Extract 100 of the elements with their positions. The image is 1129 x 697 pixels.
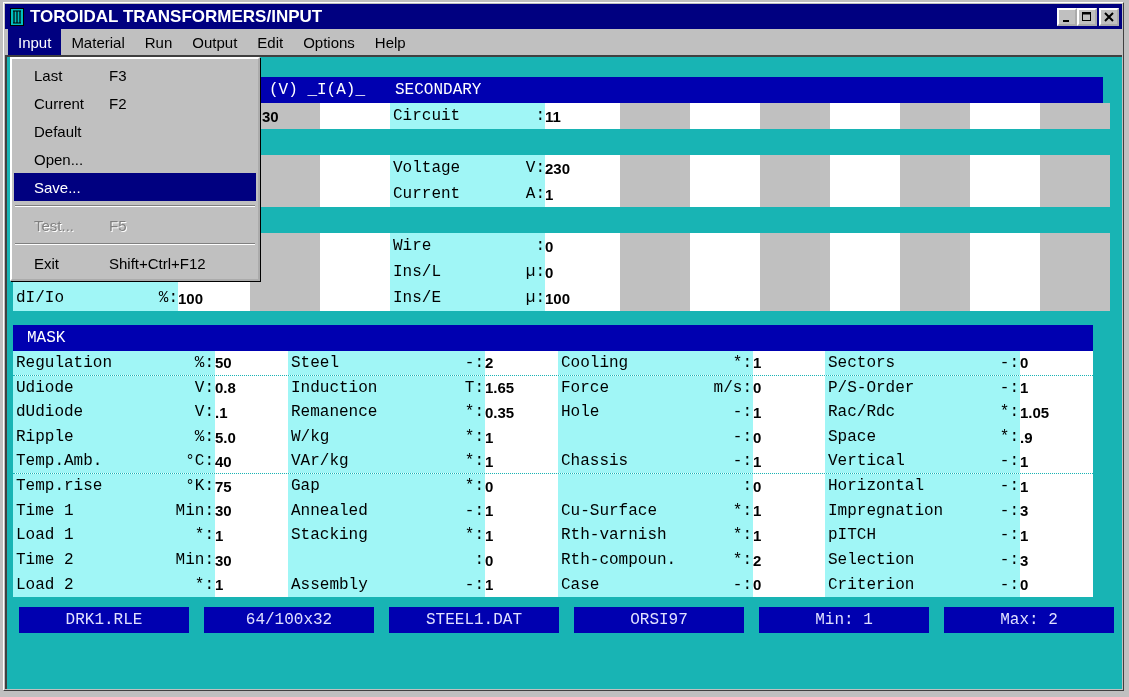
field-label: Assembly <box>291 575 368 594</box>
field-unit: -: <box>732 428 752 447</box>
field-unit: *: <box>464 428 484 447</box>
field-unit: °C: <box>185 452 214 471</box>
field-label: Space <box>828 428 876 447</box>
field-label: Ins/E <box>393 289 441 307</box>
menu-item[interactable]: Exit Shift+Ctrl+F12 <box>14 249 256 277</box>
field-label: Criterion <box>828 575 915 594</box>
field-label: Remanence <box>291 403 378 422</box>
field-label: dUdiode <box>16 403 84 422</box>
field-value[interactable]: 100 <box>178 285 250 311</box>
field-label: Ripple <box>16 428 74 447</box>
field-unit: -: <box>999 501 1019 520</box>
field-unit: m/s: <box>713 378 752 397</box>
minimize-button[interactable] <box>1057 7 1077 26</box>
field-unit: : <box>474 551 484 570</box>
header-text: MASK <box>27 329 66 347</box>
field-label: W/kg <box>291 428 330 447</box>
field-unit: *: <box>464 452 484 471</box>
field-unit: A: <box>525 185 545 203</box>
field-value[interactable]: 230 <box>545 155 620 181</box>
field-value[interactable]: 1 <box>545 181 620 207</box>
field-unit: °K: <box>185 477 214 496</box>
field-label: Cooling <box>561 353 629 372</box>
field-unit: *: <box>732 353 752 372</box>
field-label: Sectors <box>828 353 896 372</box>
field-unit: -: <box>464 501 484 520</box>
field-unit: *: <box>464 403 484 422</box>
app-icon <box>10 7 24 26</box>
field-label: Current <box>393 185 461 203</box>
field-label: Time 1 <box>16 501 74 520</box>
menu-item[interactable]: Options <box>293 29 365 55</box>
field-label: Rac/Rdc <box>828 403 896 422</box>
field-unit: %: <box>194 428 214 447</box>
field-label: Selection <box>828 551 915 570</box>
field-unit: µ: <box>525 289 545 307</box>
status-panel: Min: 1 <box>759 606 929 633</box>
field-label: Stacking <box>291 526 368 545</box>
field-unit: -: <box>999 477 1019 496</box>
window-title: TOROIDAL TRANSFORMERS/INPUT <box>30 6 324 27</box>
field-label: Steel <box>291 353 339 372</box>
menu-item[interactable]: Output <box>182 29 248 55</box>
status-panel: ORSI97 <box>574 606 744 633</box>
field-unit: -: <box>999 378 1019 397</box>
field-label: Case <box>561 575 600 594</box>
maximize-button[interactable] <box>1077 7 1097 26</box>
field-label: Circuit <box>393 107 461 125</box>
field-unit: : <box>535 237 545 255</box>
status-panel: DRK1.RLE <box>19 606 189 633</box>
field-unit: V: <box>194 403 214 422</box>
field-unit: %: <box>194 353 214 372</box>
field-label: Time 2 <box>16 551 74 570</box>
field-label: Udiode <box>16 378 74 397</box>
field-unit: -: <box>999 551 1019 570</box>
field-label: Chassis <box>561 452 629 471</box>
field-value[interactable]: 0 <box>545 233 620 259</box>
field-label: Rth-varnish <box>561 526 667 545</box>
field-unit: V: <box>525 159 545 177</box>
field-label: P/S-Order <box>828 378 915 397</box>
field-label: Ins/L <box>393 263 441 281</box>
menu-item[interactable]: Last F3 <box>14 61 256 89</box>
field-label: Load 1 <box>16 526 74 545</box>
field-unit: -: <box>732 452 752 471</box>
menu-item[interactable]: Run <box>134 29 183 55</box>
field-label: Voltage <box>393 159 461 177</box>
menu-item[interactable]: Input <box>8 29 62 55</box>
field-unit: *: <box>732 551 752 570</box>
field-label: Induction <box>291 378 378 397</box>
field-unit: -: <box>732 403 752 422</box>
field-label: Vertical <box>828 452 905 471</box>
field-value[interactable]: 100 <box>545 285 620 311</box>
field-label: Temp.Amb. <box>16 452 103 471</box>
menu-item[interactable]: Material <box>61 29 135 55</box>
field-label: Regulation <box>16 353 112 372</box>
menu-item[interactable]: Save... <box>14 173 256 201</box>
field-label: Cu-Surface <box>561 501 657 520</box>
field-value[interactable]: 0 <box>545 259 620 285</box>
field-unit: -: <box>464 575 484 594</box>
field-label: pITCH <box>828 526 876 545</box>
header-text: (V) _I(A)_ <box>269 81 365 99</box>
field-unit: *: <box>194 575 214 594</box>
menu-item[interactable]: Open... <box>14 145 256 173</box>
field-value[interactable]: 11 <box>545 103 620 129</box>
field-unit: *: <box>732 501 752 520</box>
menu-item[interactable]: Edit <box>247 29 294 55</box>
field-unit: -: <box>999 452 1019 471</box>
close-button[interactable] <box>1099 7 1119 26</box>
field-unit: -: <box>999 526 1019 545</box>
status-panel: Max: 2 <box>944 606 1114 633</box>
field-label: Hole <box>561 403 600 422</box>
menu-item[interactable]: Help <box>364 29 416 55</box>
field-unit: : <box>742 477 752 496</box>
field-unit: -: <box>999 353 1019 372</box>
minimize-icon <box>1063 19 1069 22</box>
status-panel: STEEL1.DAT <box>389 606 559 633</box>
field-unit: : <box>535 107 545 125</box>
field-label: Load 2 <box>16 575 74 594</box>
field-label: Force <box>561 378 609 397</box>
header-text: SECONDARY <box>395 81 482 99</box>
field-unit: *: <box>999 403 1019 422</box>
